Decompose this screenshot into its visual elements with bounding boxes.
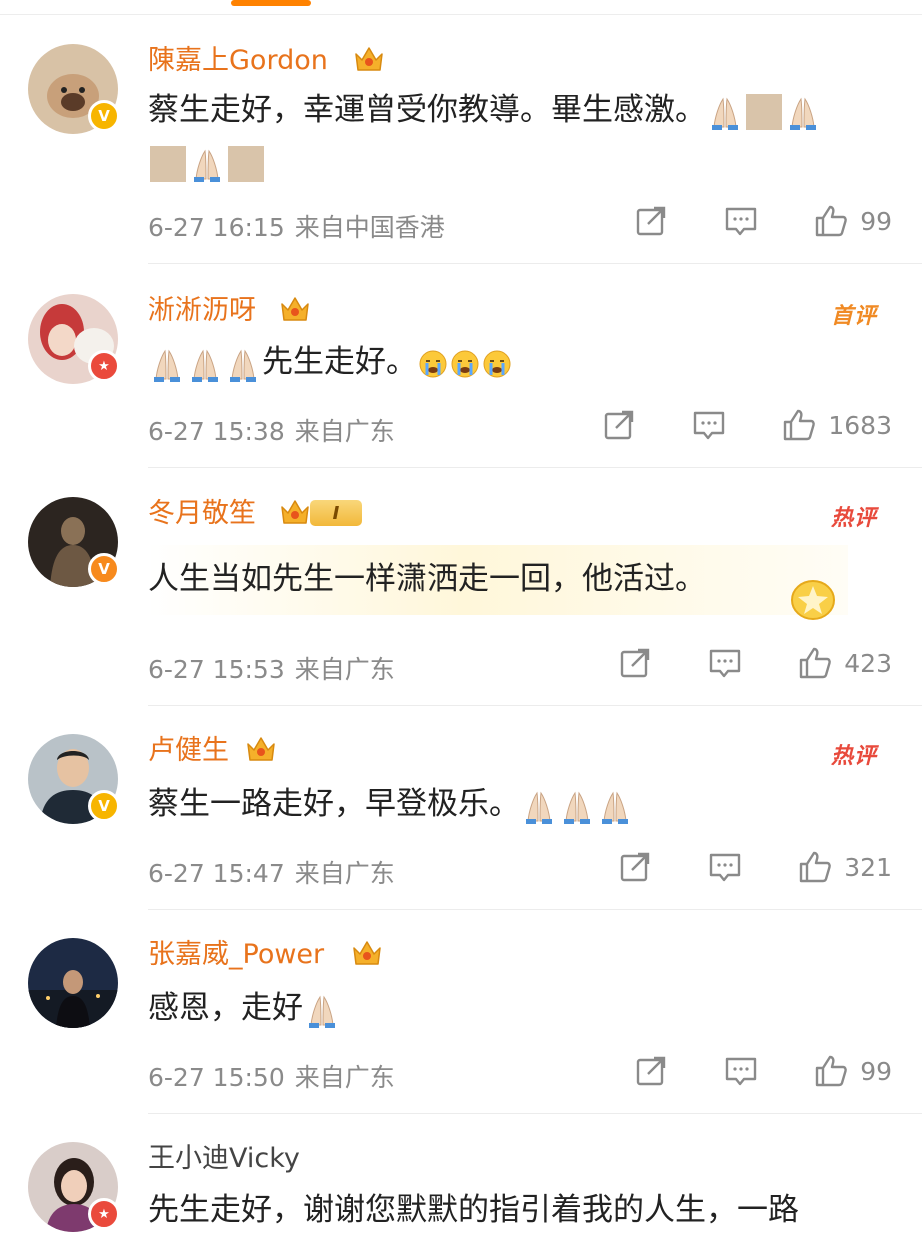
comment-text: 蔡生一路走好，早登极乐。 (148, 770, 892, 838)
timestamp: 6-27 15:47 (148, 859, 285, 888)
thumbs-up-icon[interactable] (798, 646, 832, 680)
comment-meta: 6-27 16:15 来自中国香港 (148, 208, 445, 244)
hot-comment-badge: 热评 (830, 744, 877, 769)
comment-actions: 321 (618, 850, 892, 884)
username[interactable]: 张嘉威_Power (148, 938, 324, 972)
share-icon[interactable] (634, 1054, 668, 1088)
crown-icon (244, 732, 278, 766)
emoji-placeholder (228, 145, 264, 182)
username[interactable]: 王小迪Vicky (148, 1142, 300, 1176)
like-count: 99 (860, 1056, 892, 1086)
folded-hands-emoji (520, 787, 558, 825)
comment-body: 先生走好，谢谢您默默的指引着我的人生，一路 (148, 1192, 799, 1228)
comment-icon[interactable] (708, 850, 742, 884)
share-icon[interactable] (618, 646, 652, 680)
comment-body: 蔡生走好，幸運曾受你教導。畢生感激。 (148, 92, 706, 128)
avatar[interactable] (28, 938, 118, 1028)
like-count: 321 (844, 852, 892, 882)
crown-icon (352, 42, 386, 76)
divider (148, 263, 922, 264)
comment-icon[interactable] (692, 408, 726, 442)
hot-comment-badge: 热评 (830, 506, 877, 531)
username[interactable]: 淅淅沥呀 (148, 294, 256, 328)
comment-text: 先生走好。 (148, 328, 892, 396)
crown-icon (278, 292, 312, 326)
crying-face-emoji (418, 349, 448, 379)
comment-body: 感恩，走好 (148, 990, 303, 1026)
verified-v-icon: ★ (88, 350, 120, 382)
thumbs-up-icon[interactable] (782, 408, 816, 442)
share-icon[interactable] (602, 408, 636, 442)
crown-icon (350, 936, 384, 970)
emoji-placeholder (746, 93, 782, 130)
folded-hands-emoji (224, 345, 262, 383)
thumbs-up-icon[interactable] (814, 204, 848, 238)
thumbs-up-icon[interactable] (798, 850, 832, 884)
location: 来自广东 (294, 1063, 395, 1092)
crying-face-emoji (482, 349, 512, 379)
verified-v-icon: V (88, 790, 120, 822)
comment-actions: 1683 (602, 408, 892, 442)
timestamp: 6-27 16:15 (148, 213, 285, 242)
location: 来自广东 (294, 417, 395, 446)
crying-face-emoji (450, 349, 480, 379)
top-divider (0, 14, 922, 15)
divider (148, 467, 922, 468)
like-count: 99 (860, 206, 892, 236)
verified-v-icon: ★ (88, 1198, 120, 1230)
comment-actions: 99 (634, 1054, 892, 1088)
folded-hands-emoji (784, 93, 822, 131)
comment-actions: 99 (634, 204, 892, 238)
comment-meta: 6-27 15:38 来自广东 (148, 412, 395, 448)
timestamp: 6-27 15:38 (148, 417, 285, 446)
comment-text: 感恩，走好 (148, 974, 892, 1042)
comment-actions: 423 (618, 646, 892, 680)
comment-icon[interactable] (708, 646, 742, 680)
comment-body: 人生当如先生一样潇洒走一回，他活过。 (148, 561, 706, 597)
share-icon[interactable] (618, 850, 652, 884)
comment-icon[interactable] (724, 1054, 758, 1088)
username[interactable]: 冬月敬笙 (148, 497, 256, 531)
folded-hands-emoji (706, 93, 744, 131)
comment-text: 先生走好，谢谢您默默的指引着我的人生，一路 (148, 1176, 892, 1244)
username[interactable]: 卢健生 (148, 734, 229, 768)
avatar-photo-night-city (28, 938, 118, 1028)
divider (148, 1113, 922, 1114)
comment-body: 先生走好。 (262, 344, 417, 380)
username[interactable]: 陳嘉上Gordon (148, 44, 328, 78)
divider (148, 705, 922, 706)
level-badge: I (310, 500, 362, 526)
folded-hands-emoji (148, 345, 186, 383)
folded-hands-emoji (186, 345, 224, 383)
timestamp: 6-27 15:50 (148, 1063, 285, 1092)
location: 来自中国香港 (294, 213, 445, 242)
comment-text: 人生当如先生一样潇洒走一回，他活过。 (148, 545, 892, 613)
comment-text-line2 (148, 128, 892, 196)
folded-hands-emoji (188, 145, 226, 183)
like-count: 1683 (828, 410, 892, 440)
thumbs-up-icon[interactable] (814, 1054, 848, 1088)
folded-hands-emoji (558, 787, 596, 825)
verified-v-icon: V (88, 100, 120, 132)
share-icon[interactable] (634, 204, 668, 238)
emoji-placeholder (150, 145, 186, 182)
comment-icon[interactable] (724, 204, 758, 238)
comment-meta: 6-27 15:47 来自广东 (148, 854, 395, 890)
comment-meta: 6-27 15:50 来自广东 (148, 1058, 395, 1094)
comment-meta: 6-27 15:53 来自广东 (148, 650, 395, 686)
active-tab-indicator (231, 0, 311, 6)
verified-v-icon: V (88, 553, 120, 585)
location: 来自广东 (294, 859, 395, 888)
folded-hands-emoji (596, 787, 634, 825)
star-medal-icon (791, 580, 835, 620)
divider (148, 909, 922, 910)
timestamp: 6-27 15:53 (148, 655, 285, 684)
crown-icon (278, 495, 312, 529)
folded-hands-emoji (303, 991, 341, 1029)
comment-body: 蔡生一路走好，早登极乐。 (148, 786, 520, 822)
first-comment-badge: 首评 (830, 304, 877, 329)
like-count: 423 (844, 648, 892, 678)
location: 来自广东 (294, 655, 395, 684)
